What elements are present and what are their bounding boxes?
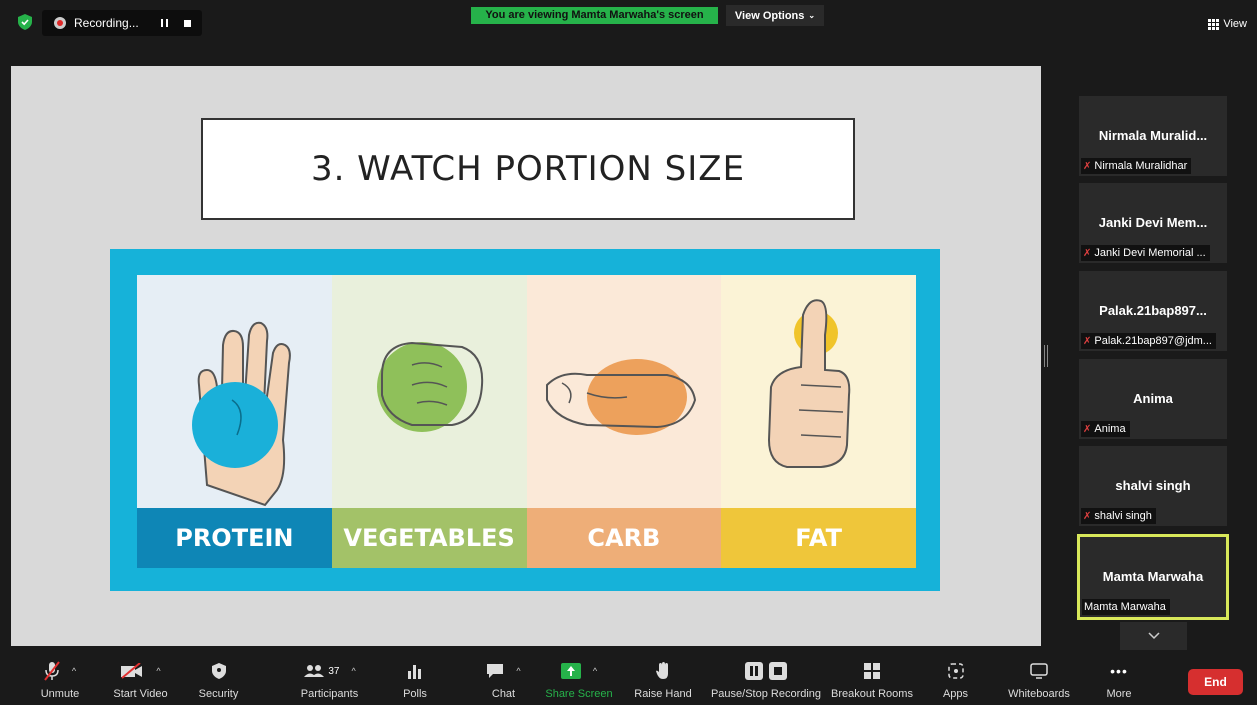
participant-name: Mamta Marwaha	[1102, 569, 1204, 584]
label-protein: PROTEIN	[137, 508, 332, 568]
chevron-up-icon[interactable]: ^	[156, 666, 160, 676]
security-button[interactable]: Security	[196, 650, 241, 705]
chat-button[interactable]: ^ Chat	[476, 650, 531, 705]
label-fat: FAT	[721, 508, 916, 568]
chevron-down-icon: ⌄	[808, 11, 816, 20]
apps-button[interactable]: Apps	[938, 650, 973, 705]
mic-muted-icon: ✗	[1083, 423, 1092, 435]
view-options-button[interactable]: View Options ⌄	[726, 5, 824, 26]
whiteboard-icon	[1030, 663, 1048, 679]
shield-icon	[211, 663, 226, 679]
participants-count: 37	[328, 665, 340, 677]
view-label: View	[1223, 18, 1247, 30]
slide-title: 3. WATCH PORTION SIZE	[201, 118, 855, 220]
polls-icon	[408, 665, 421, 679]
participant-label: ✗ Janki Devi Memorial ...	[1081, 245, 1210, 261]
security-shield-icon[interactable]	[18, 14, 32, 30]
start-video-button[interactable]: ^ Start Video	[103, 650, 178, 705]
participants-button[interactable]: 37 ^ Participants	[287, 650, 372, 705]
participant-tile[interactable]: Janki Devi Mem... ✗ Janki Devi Memorial …	[1079, 183, 1227, 263]
panel-protein: PROTEIN	[137, 275, 332, 568]
pause-icon	[745, 662, 763, 680]
stop-icon	[769, 662, 787, 680]
participant-label: ✗ Anima	[1081, 421, 1130, 437]
shared-screen: 3. WATCH PORTION SIZE PROTEIN VEGETABLES	[11, 66, 1041, 646]
panel-fat: FAT	[721, 275, 916, 568]
participant-tile[interactable]: Palak.21bap897... ✗ Palak.21bap897@jdm..…	[1079, 271, 1227, 351]
recording-label: Recording...	[74, 16, 139, 30]
participant-label: ✗ Nirmala Muralidhar	[1081, 158, 1192, 174]
whiteboards-button[interactable]: Whiteboards	[1004, 650, 1074, 705]
label-carb: CARB	[526, 508, 722, 568]
mic-muted-icon	[44, 661, 60, 681]
participant-name: Nirmala Muralid...	[1098, 128, 1208, 143]
participant-name: Palak.21bap897...	[1099, 303, 1207, 318]
scroll-participants-down-button[interactable]	[1120, 622, 1187, 650]
share-screen-button[interactable]: ^ Share Screen	[543, 650, 615, 705]
participant-name: shalvi singh	[1115, 478, 1191, 493]
recording-cloud-icon	[54, 17, 66, 29]
view-options-label: View Options	[734, 9, 805, 22]
apps-icon	[947, 663, 964, 679]
participant-label: ✗ Palak.21bap897@jdm...	[1081, 333, 1216, 349]
more-dots-icon: •••	[1110, 663, 1128, 679]
breakout-rooms-icon	[864, 663, 880, 679]
chevron-up-icon[interactable]: ^	[72, 666, 76, 676]
chat-icon	[487, 664, 504, 678]
raise-hand-button[interactable]: Raise Hand	[634, 650, 692, 705]
participants-icon	[304, 665, 325, 677]
chevron-up-icon[interactable]: ^	[351, 666, 355, 676]
participant-name: Anima	[1133, 391, 1173, 406]
video-off-icon	[121, 663, 143, 679]
participant-name: Janki Devi Mem...	[1098, 215, 1208, 230]
mic-muted-icon: ✗	[1083, 510, 1092, 522]
chevron-up-icon[interactable]: ^	[516, 666, 520, 676]
participant-label: ✗ shalvi singh	[1081, 508, 1156, 524]
panel-carb: CARB	[526, 275, 722, 568]
chevron-up-icon[interactable]: ^	[593, 666, 597, 676]
recording-indicator: Recording...	[42, 10, 202, 36]
portion-size-banner: PROTEIN VEGETABLES CARB FAT	[110, 249, 940, 591]
breakout-rooms-button[interactable]: Breakout Rooms	[829, 650, 915, 705]
pause-stop-recording-button[interactable]: Pause/Stop Recording	[710, 650, 822, 705]
view-button[interactable]: View	[1208, 18, 1247, 30]
polls-button[interactable]: Polls	[395, 650, 435, 705]
mic-muted-icon: ✗	[1083, 160, 1092, 172]
meeting-toolbar: ^ Unmute ^ Start Video Security 37 ^ Par…	[0, 650, 1257, 705]
raise-hand-icon	[656, 662, 668, 679]
chevron-down-icon	[1147, 632, 1160, 640]
mic-muted-icon: ✗	[1083, 247, 1092, 259]
unmute-button[interactable]: ^ Unmute	[25, 650, 95, 705]
viewing-screen-banner: You are viewing Mamta Marwaha's screen	[471, 7, 718, 24]
share-screen-icon	[560, 663, 581, 679]
participant-label: Mamta Marwaha	[1082, 599, 1170, 615]
active-speaker-tile[interactable]: Mamta Marwaha Mamta Marwaha	[1077, 534, 1229, 620]
participant-tile[interactable]: Nirmala Muralid... ✗ Nirmala Muralidhar	[1079, 96, 1227, 176]
panel-resize-handle[interactable]	[1044, 345, 1048, 367]
more-button[interactable]: ••• More	[1100, 650, 1138, 705]
pause-recording-icon[interactable]	[160, 19, 168, 27]
label-vegetables: VEGETABLES	[331, 508, 527, 568]
end-meeting-button[interactable]: End	[1188, 669, 1243, 695]
participant-tile[interactable]: shalvi singh ✗ shalvi singh	[1079, 446, 1227, 526]
mic-muted-icon: ✗	[1083, 335, 1092, 347]
panel-vegetables: VEGETABLES	[331, 275, 527, 568]
gallery-grid-icon	[1208, 18, 1220, 30]
stop-recording-icon[interactable]	[183, 19, 191, 27]
top-bar: Recording... You are viewing Mamta Marwa…	[0, 0, 1257, 50]
participant-tile[interactable]: Anima ✗ Anima	[1079, 359, 1227, 439]
